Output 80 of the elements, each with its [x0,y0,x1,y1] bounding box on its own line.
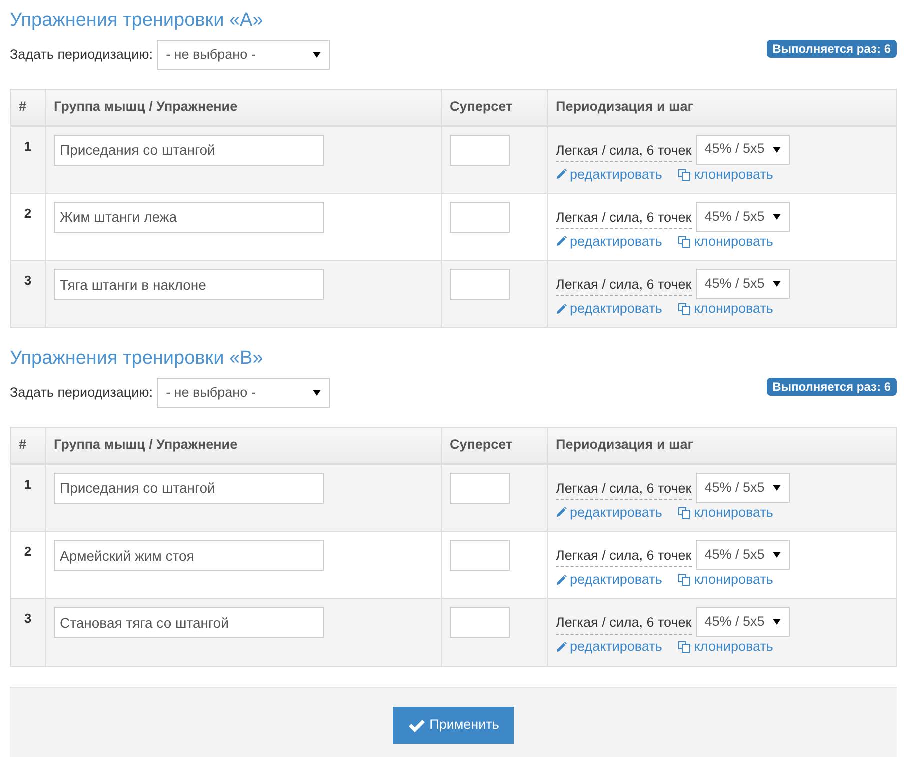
superset-input[interactable] [450,134,510,166]
pencil-icon [556,304,567,315]
pencil-icon [556,642,567,653]
clone-link[interactable]: клонировать [678,502,774,523]
column-header: Группа мышц / Упражнение [46,428,442,464]
caret-icon [772,552,781,558]
edit-link[interactable]: редактировать [556,570,662,590]
periodization-label: Легкая / сила, 6 точек [556,208,692,229]
dropdown[interactable]: 45% / 5x5 [696,607,790,638]
pencil-icon [556,236,567,248]
section-title: Упражнения тренировки «B» [10,348,264,370]
caret-icon [772,281,781,287]
caret-icon [313,390,322,396]
column-header: Суперсет [442,428,548,464]
caret-icon [772,484,781,491]
edit-link[interactable]: редактировать [556,164,662,185]
clone-link[interactable]: клонировать [678,164,774,185]
exercise-input[interactable]: Тяга штанги в наклоне [54,269,324,300]
runs-badge: Выполняется раз: 6 [766,40,897,58]
caret-icon [313,52,322,58]
superset-input[interactable] [450,472,510,504]
row-number: 1 [10,126,46,194]
dropdown[interactable]: 45% / 5x5 [696,540,790,570]
edit-link[interactable]: редактировать [556,232,662,252]
periodization-label: Легкая / сила, 6 точек [556,546,692,568]
row-number: 2 [10,532,46,599]
column-header: # [10,90,46,126]
exercise-input[interactable]: Приседания со штангой [54,134,324,166]
section-title: Упражнения тренировки «A» [10,10,264,32]
periodization-label: Легкая / сила, 6 точек [556,275,692,296]
row-number: 3 [10,260,46,328]
column-header: Суперсет [442,90,548,126]
dropdown[interactable]: 45% / 5x5 [696,202,790,232]
copy-icon [678,168,692,181]
dropdown[interactable]: - не выбрано - [157,40,330,70]
copy-icon [678,506,692,519]
column-header: Группа мышц / Упражнение [46,90,442,126]
exercise-input[interactable]: Становая тяга со штангой [54,607,324,638]
exercise-input[interactable]: Армейский жим стоя [54,540,324,571]
pencil-icon [556,169,567,180]
edit-link[interactable]: редактировать [556,502,662,523]
exercise-input[interactable]: Приседания со штангой [54,472,324,504]
column-header: # [10,428,46,464]
caret-icon [772,214,781,220]
superset-input[interactable] [450,607,510,638]
clone-link[interactable]: клонировать [678,299,774,320]
clone-link[interactable]: клонировать [678,232,774,252]
dropdown[interactable]: 45% / 5x5 [696,134,790,164]
row-number: 3 [10,598,46,666]
copy-icon [678,236,692,248]
field-label: Задать периодизацию: [10,384,154,402]
periodization-label: Легкая / сила, 6 точек [556,140,692,162]
copy-icon [678,574,692,586]
dropdown[interactable]: 45% / 5x5 [696,269,790,299]
field-label: Задать периодизацию: [10,46,154,64]
superset-input[interactable] [450,202,510,233]
row-number: 1 [10,464,46,532]
clone-link[interactable]: клонировать [678,570,774,590]
caret-icon [772,146,781,152]
pencil-icon [556,507,567,518]
clone-link[interactable]: клонировать [678,637,774,658]
superset-input[interactable] [450,269,510,300]
periodization-label: Легкая / сила, 6 точек [556,478,692,500]
runs-badge: Выполняется раз: 6 [766,378,897,396]
copy-icon [678,303,692,316]
column-header: Периодизация и шаг [548,90,896,126]
row-number: 2 [10,193,46,260]
edit-link[interactable]: редактировать [556,299,662,320]
pencil-icon [556,574,567,586]
dropdown[interactable]: - не выбрано - [157,378,330,408]
column-header: Периодизация и шаг [548,428,896,464]
check-icon [408,718,426,732]
dropdown[interactable]: 45% / 5x5 [696,472,790,503]
exercise-input[interactable]: Жим штанги лежа [54,202,324,233]
superset-input[interactable] [450,540,510,571]
apply-button[interactable]: Применить [393,707,514,744]
edit-link[interactable]: редактировать [556,637,662,658]
copy-icon [678,641,692,654]
caret-icon [772,619,781,626]
periodization-label: Легкая / сила, 6 точек [556,613,692,634]
